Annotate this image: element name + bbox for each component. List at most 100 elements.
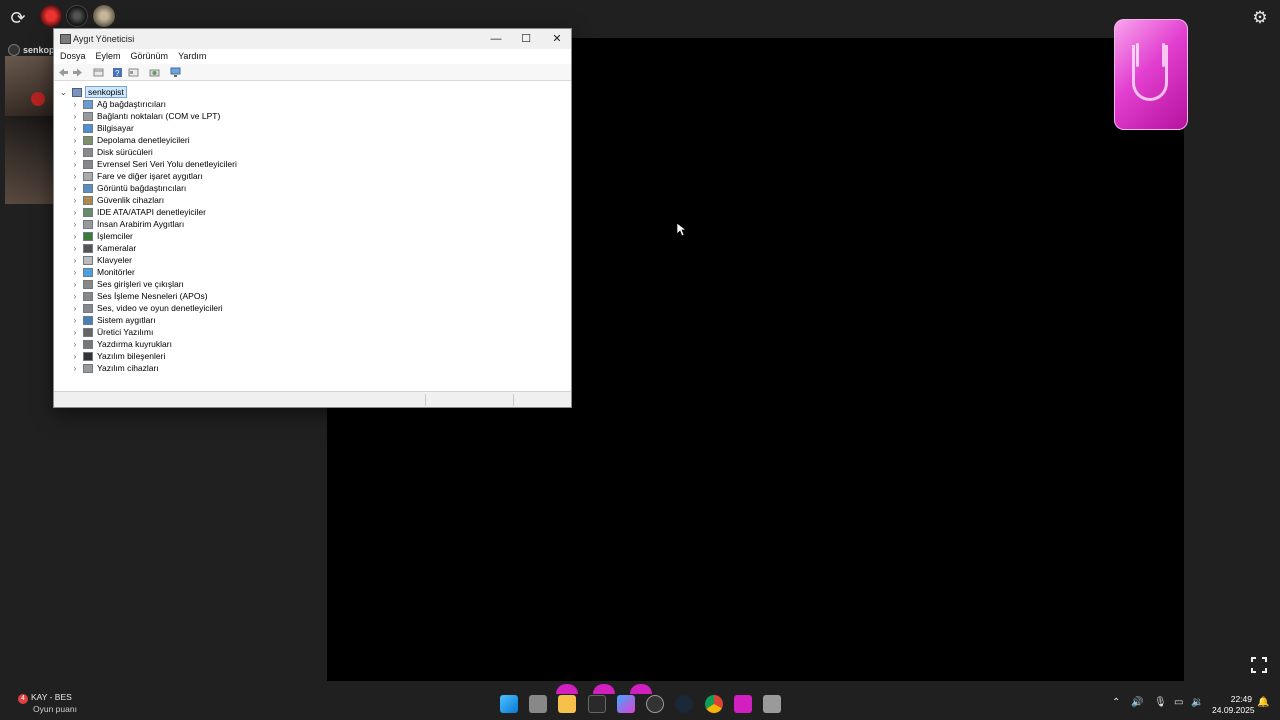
device-category[interactable]: › Yazılım cihazları: [71, 362, 159, 374]
obs-icon[interactable]: [646, 695, 664, 713]
device-category[interactable]: › Depolama denetleyicileri: [71, 134, 190, 146]
device-manager-taskbar-icon[interactable]: [763, 695, 781, 713]
fullscreen-icon[interactable]: [1251, 657, 1267, 673]
chevron-right-icon[interactable]: ›: [71, 244, 79, 253]
device-category[interactable]: › Klavyeler: [71, 254, 132, 266]
sync-icon[interactable]: ⟳: [8, 8, 28, 28]
device-category[interactable]: › Ses İşleme Nesneleri (APOs): [71, 290, 208, 302]
chevron-right-icon[interactable]: ›: [71, 160, 79, 169]
device-category-icon: [83, 351, 93, 361]
avatar-red[interactable]: [40, 5, 62, 27]
maximize-button[interactable]: ☐: [511, 29, 541, 49]
chevron-right-icon[interactable]: ›: [71, 172, 79, 181]
menu-file[interactable]: Dosya: [60, 49, 91, 64]
network-icon[interactable]: ▭: [1174, 697, 1183, 708]
pink-app-icon[interactable]: [734, 695, 752, 713]
copilot-icon[interactable]: [617, 695, 635, 713]
device-category[interactable]: › Görüntü bağdaştırıcıları: [71, 182, 187, 194]
mouse-cursor-icon: [677, 223, 687, 237]
device-category-icon: [83, 255, 93, 265]
device-category[interactable]: › Sistem aygıtları: [71, 314, 156, 326]
device-category-icon: [83, 123, 93, 133]
task-view-icon[interactable]: [529, 695, 547, 713]
avatar-tree[interactable]: [93, 5, 115, 27]
device-category-icon: [83, 171, 93, 181]
notification-bell-icon[interactable]: 🔔: [1257, 697, 1269, 708]
volume-icon[interactable]: 🔉: [1191, 697, 1203, 708]
title-bar[interactable]: Aygıt Yöneticisi — ☐ ✕: [54, 29, 571, 49]
webcam-thumbnail: [5, 56, 53, 204]
epic-games-icon[interactable]: [588, 695, 606, 713]
device-category[interactable]: › Bağlantı noktaları (COM ve LPT): [71, 110, 221, 122]
device-category[interactable]: › Üretici Yazılımı: [71, 326, 154, 338]
device-category[interactable]: › Yazılım bileşenleri: [71, 350, 166, 362]
chevron-right-icon[interactable]: ›: [71, 220, 79, 229]
device-category[interactable]: › Evrensel Seri Veri Yolu denetleyicileri: [71, 158, 237, 170]
minimize-button[interactable]: —: [481, 29, 511, 49]
device-category[interactable]: › İşlemciler: [71, 230, 133, 242]
chevron-right-icon[interactable]: ›: [71, 232, 79, 241]
device-category[interactable]: › Güvenlik cihazları: [71, 194, 164, 206]
menu-view[interactable]: Görünüm: [131, 49, 174, 64]
menu-help[interactable]: Yardım: [178, 49, 211, 64]
speaker-icon[interactable]: 🔊: [1131, 697, 1143, 708]
chevron-right-icon[interactable]: ›: [71, 304, 79, 313]
properties-icon[interactable]: [128, 67, 139, 78]
chevron-right-icon[interactable]: ›: [71, 100, 79, 109]
menu-bar: Dosya Eylem Görünüm Yardım: [54, 49, 571, 64]
device-category[interactable]: › Ağ bağdaştırıcıları: [71, 98, 166, 110]
device-category[interactable]: › Kameralar: [71, 242, 137, 254]
device-category[interactable]: › Ses, video ve oyun denetleyicileri: [71, 302, 223, 314]
gear-icon[interactable]: ⚙: [1250, 8, 1270, 28]
start-icon[interactable]: [500, 695, 518, 713]
monitor-icon[interactable]: [170, 67, 181, 78]
avatar-dark[interactable]: [66, 5, 88, 27]
device-category[interactable]: › Monitörler: [71, 266, 135, 278]
chrome-icon[interactable]: [705, 695, 723, 713]
chevron-right-icon[interactable]: ›: [71, 328, 79, 337]
close-button[interactable]: ✕: [542, 29, 572, 49]
file-explorer-icon[interactable]: [558, 695, 576, 713]
device-category[interactable]: › Fare ve diğer işaret aygıtları: [71, 170, 203, 182]
device-category-label: Görüntü bağdaştırıcıları: [97, 183, 187, 193]
device-category-label: IDE ATA/ATAPI denetleyiciler: [97, 207, 206, 217]
device-category[interactable]: › Bilgisayar: [71, 122, 134, 134]
chevron-right-icon[interactable]: ›: [71, 112, 79, 121]
clock[interactable]: 22:49 24.09.2025: [1212, 694, 1255, 716]
chevron-right-icon[interactable]: ›: [71, 364, 79, 373]
device-category-icon: [83, 267, 93, 277]
scan-hardware-icon[interactable]: [149, 67, 160, 78]
microphone-icon[interactable]: 🎙: [1154, 697, 1167, 708]
show-hide-tree-icon[interactable]: [93, 67, 104, 78]
back-arrow-icon[interactable]: [58, 67, 69, 78]
device-category[interactable]: › IDE ATA/ATAPI denetleyiciler: [71, 206, 206, 218]
device-category[interactable]: › Disk sürücüleri: [71, 146, 153, 158]
chevron-right-icon[interactable]: ›: [71, 292, 79, 301]
device-category[interactable]: › Yazdırma kuyrukları: [71, 338, 172, 350]
chevron-right-icon[interactable]: ›: [71, 196, 79, 205]
help-icon[interactable]: ?: [112, 67, 123, 78]
chevron-right-icon[interactable]: ›: [71, 316, 79, 325]
device-category[interactable]: › Ses girişleri ve çıkışları: [71, 278, 184, 290]
chevron-right-icon[interactable]: ›: [71, 136, 79, 145]
chevron-up-icon[interactable]: ⌃: [1112, 697, 1120, 708]
chevron-down-icon[interactable]: ⌄: [60, 88, 68, 97]
device-manager-icon: [60, 34, 71, 44]
forward-arrow-icon[interactable]: [72, 67, 83, 78]
chevron-right-icon[interactable]: ›: [71, 352, 79, 361]
chevron-right-icon[interactable]: ›: [71, 256, 79, 265]
steam-icon[interactable]: [675, 695, 693, 713]
tree-root[interactable]: ⌄ senkopist: [60, 86, 127, 98]
pink-app-widget[interactable]: [1114, 19, 1188, 130]
chevron-right-icon[interactable]: ›: [71, 184, 79, 193]
chevron-right-icon[interactable]: ›: [71, 148, 79, 157]
pink-tab-marker: [593, 684, 615, 694]
menu-action[interactable]: Eylem: [96, 49, 126, 64]
device-category[interactable]: › İnsan Arabirim Aygıtları: [71, 218, 185, 230]
chevron-right-icon[interactable]: ›: [71, 340, 79, 349]
chevron-right-icon[interactable]: ›: [71, 280, 79, 289]
chevron-right-icon[interactable]: ›: [71, 268, 79, 277]
device-category-icon: [83, 195, 93, 205]
chevron-right-icon[interactable]: ›: [71, 208, 79, 217]
chevron-right-icon[interactable]: ›: [71, 124, 79, 133]
